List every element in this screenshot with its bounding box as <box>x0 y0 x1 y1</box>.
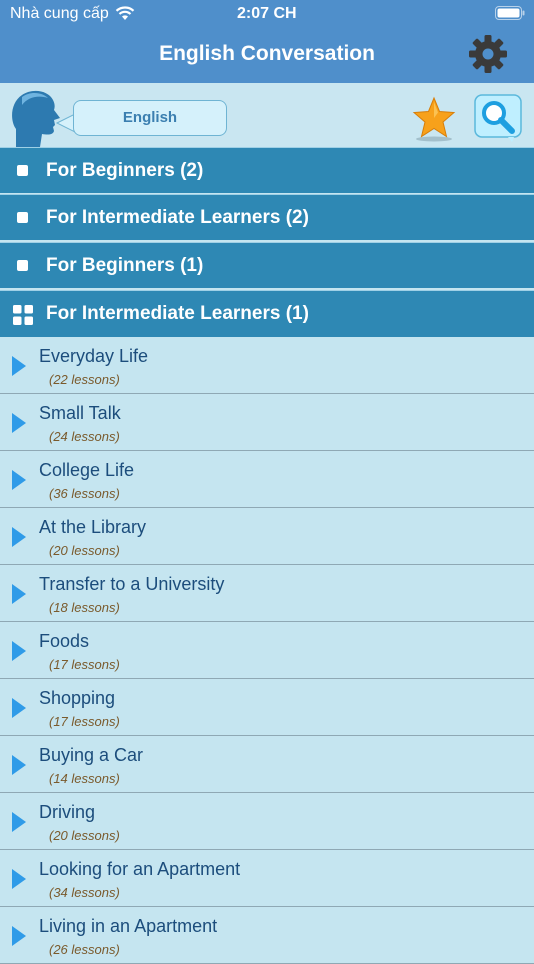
category-label: For Beginners (1) <box>46 255 204 276</box>
checkbox-icon <box>17 212 28 223</box>
play-arrow-icon <box>12 698 26 718</box>
lesson-count: (18 lessons) <box>49 600 120 615</box>
category-label: For Beginners (2) <box>46 160 204 181</box>
lesson-count: (20 lessons) <box>49 828 120 843</box>
checkbox-icon <box>17 260 28 271</box>
lesson-count: (34 lessons) <box>49 885 120 900</box>
grid-icon <box>13 305 33 325</box>
page-title: English Conversation <box>159 42 375 65</box>
lesson-count: (22 lessons) <box>49 372 120 387</box>
lesson-count: (36 lessons) <box>49 486 120 501</box>
list-item[interactable]: Living in an Apartment (26 lessons) <box>0 907 534 964</box>
play-arrow-icon <box>12 527 26 547</box>
lesson-count: (24 lessons) <box>49 429 120 444</box>
category-row[interactable]: For Beginners (1) <box>0 242 534 288</box>
lesson-title: Transfer to a University <box>39 574 225 594</box>
list-item[interactable]: Everyday Life (22 lessons) <box>0 337 534 394</box>
lesson-title: College Life <box>39 460 135 480</box>
lesson-title: Everyday Life <box>39 346 149 366</box>
gear-icon[interactable] <box>467 33 509 75</box>
list-item[interactable]: Shopping (17 lessons) <box>0 679 534 736</box>
play-arrow-icon <box>12 812 26 832</box>
top-bar: Nhà cung cấp 2:07 CH English Conversatio… <box>0 0 534 83</box>
lesson-title: Driving <box>39 802 96 822</box>
category-label: For Intermediate Learners (2) <box>46 207 309 228</box>
play-arrow-icon <box>12 755 26 775</box>
lesson-count: (17 lessons) <box>49 714 120 729</box>
favorites-star-icon[interactable] <box>411 96 457 142</box>
play-arrow-icon <box>12 413 26 433</box>
list-item[interactable]: Small Talk (24 lessons) <box>0 394 534 451</box>
play-arrow-icon <box>12 869 26 889</box>
lesson-title: Buying a Car <box>39 745 144 765</box>
list-item[interactable]: Buying a Car (14 lessons) <box>0 736 534 793</box>
lesson-title: At the Library <box>39 517 147 537</box>
lesson-title: Foods <box>39 631 90 651</box>
status-time: 2:07 CH <box>237 5 297 22</box>
language-bubble[interactable]: English <box>73 100 227 136</box>
category-row[interactable]: For Intermediate Learners (2) <box>0 194 534 240</box>
lesson-title: Looking for an Apartment <box>39 859 241 879</box>
category-row[interactable]: For Beginners (2) <box>0 147 534 193</box>
lesson-count: (20 lessons) <box>49 543 120 558</box>
search-icon[interactable] <box>474 94 522 142</box>
play-arrow-icon <box>12 470 26 490</box>
list-item[interactable]: Looking for an Apartment (34 lessons) <box>0 850 534 907</box>
lesson-list: Everyday Life (22 lessons) Small Talk (2… <box>0 337 534 964</box>
lesson-title: Living in an Apartment <box>39 916 218 936</box>
play-arrow-icon <box>12 356 26 376</box>
wifi-icon <box>115 6 135 20</box>
list-item[interactable]: College Life (36 lessons) <box>0 451 534 508</box>
battery-icon <box>495 6 525 20</box>
list-item[interactable]: Foods (17 lessons) <box>0 622 534 679</box>
list-item[interactable]: Driving (20 lessons) <box>0 793 534 850</box>
play-arrow-icon <box>12 926 26 946</box>
lesson-count: (14 lessons) <box>49 771 120 786</box>
carrier-name: Nhà cung cấp <box>10 5 109 22</box>
status-bar: Nhà cung cấp 2:07 CH <box>0 0 534 28</box>
lesson-title: Small Talk <box>39 403 121 423</box>
list-item[interactable]: Transfer to a University (18 lessons) <box>0 565 534 622</box>
play-arrow-icon <box>12 584 26 604</box>
lesson-count: (17 lessons) <box>49 657 120 672</box>
list-item[interactable]: At the Library (20 lessons) <box>0 508 534 565</box>
category-label: For Intermediate Learners (1) <box>46 303 309 324</box>
lesson-title: Shopping <box>39 688 116 708</box>
play-arrow-icon <box>12 641 26 661</box>
category-row-expanded[interactable]: For Intermediate Learners (1) <box>0 290 534 337</box>
checkbox-icon <box>17 165 28 176</box>
